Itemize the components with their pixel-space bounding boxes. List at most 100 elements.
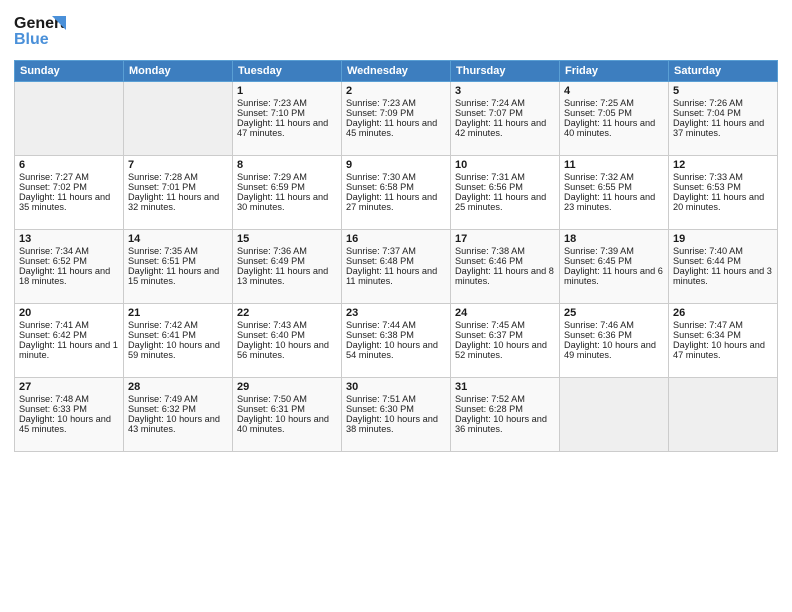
calendar-cell: 21Sunrise: 7:42 AMSunset: 6:41 PMDayligh… — [124, 304, 233, 378]
sunrise-label: Sunrise: 7:40 AM — [673, 246, 743, 256]
day-number: 5 — [673, 85, 773, 97]
calendar-cell: 3Sunrise: 7:24 AMSunset: 7:07 PMDaylight… — [451, 82, 560, 156]
col-header-saturday: Saturday — [669, 61, 778, 82]
sunrise-label: Sunrise: 7:48 AM — [19, 394, 89, 404]
sunset-label: Sunset: 6:44 PM — [673, 256, 741, 266]
sunrise-label: Sunrise: 7:36 AM — [237, 246, 307, 256]
sunrise-label: Sunrise: 7:46 AM — [564, 320, 634, 330]
sunset-label: Sunset: 6:48 PM — [346, 256, 414, 266]
calendar-cell: 13Sunrise: 7:34 AMSunset: 6:52 PMDayligh… — [15, 230, 124, 304]
daylight-label: Daylight: 10 hours and 52 minutes. — [455, 340, 547, 360]
calendar-cell: 20Sunrise: 7:41 AMSunset: 6:42 PMDayligh… — [15, 304, 124, 378]
sunrise-label: Sunrise: 7:24 AM — [455, 98, 525, 108]
calendar-cell: 30Sunrise: 7:51 AMSunset: 6:30 PMDayligh… — [342, 378, 451, 452]
daylight-label: Daylight: 11 hours and 47 minutes. — [237, 118, 328, 138]
day-number: 11 — [564, 159, 664, 171]
day-number: 2 — [346, 85, 446, 97]
sunrise-label: Sunrise: 7:28 AM — [128, 172, 198, 182]
sunset-label: Sunset: 6:56 PM — [455, 182, 523, 192]
daylight-label: Daylight: 11 hours and 11 minutes. — [346, 266, 437, 286]
day-number: 7 — [128, 159, 228, 171]
sunrise-label: Sunrise: 7:27 AM — [19, 172, 89, 182]
sunset-label: Sunset: 7:10 PM — [237, 108, 305, 118]
sunset-label: Sunset: 6:38 PM — [346, 330, 414, 340]
col-header-friday: Friday — [560, 61, 669, 82]
calendar-cell: 6Sunrise: 7:27 AMSunset: 7:02 PMDaylight… — [15, 156, 124, 230]
sunset-label: Sunset: 6:42 PM — [19, 330, 87, 340]
col-header-sunday: Sunday — [15, 61, 124, 82]
calendar-cell — [669, 378, 778, 452]
daylight-label: Daylight: 10 hours and 40 minutes. — [237, 414, 329, 434]
sunrise-label: Sunrise: 7:32 AM — [564, 172, 634, 182]
sunrise-label: Sunrise: 7:41 AM — [19, 320, 89, 330]
calendar-cell — [560, 378, 669, 452]
calendar-cell — [15, 82, 124, 156]
sunrise-label: Sunrise: 7:49 AM — [128, 394, 198, 404]
sunset-label: Sunset: 7:09 PM — [346, 108, 414, 118]
day-number: 14 — [128, 233, 228, 245]
calendar-cell: 18Sunrise: 7:39 AMSunset: 6:45 PMDayligh… — [560, 230, 669, 304]
daylight-label: Daylight: 11 hours and 40 minutes. — [564, 118, 655, 138]
day-number: 22 — [237, 307, 337, 319]
day-number: 12 — [673, 159, 773, 171]
header: General Blue — [14, 10, 778, 54]
calendar-cell: 2Sunrise: 7:23 AMSunset: 7:09 PMDaylight… — [342, 82, 451, 156]
daylight-label: Daylight: 11 hours and 8 minutes. — [455, 266, 554, 286]
daylight-label: Daylight: 11 hours and 37 minutes. — [673, 118, 764, 138]
day-number: 30 — [346, 381, 446, 393]
day-number: 8 — [237, 159, 337, 171]
daylight-label: Daylight: 11 hours and 23 minutes. — [564, 192, 655, 212]
sunset-label: Sunset: 6:34 PM — [673, 330, 741, 340]
sunset-label: Sunset: 6:59 PM — [237, 182, 305, 192]
sunset-label: Sunset: 6:41 PM — [128, 330, 196, 340]
daylight-label: Daylight: 11 hours and 18 minutes. — [19, 266, 110, 286]
col-header-wednesday: Wednesday — [342, 61, 451, 82]
day-number: 17 — [455, 233, 555, 245]
day-number: 15 — [237, 233, 337, 245]
sunset-label: Sunset: 7:01 PM — [128, 182, 196, 192]
sunset-label: Sunset: 6:31 PM — [237, 404, 305, 414]
sunset-label: Sunset: 6:30 PM — [346, 404, 414, 414]
sunrise-label: Sunrise: 7:30 AM — [346, 172, 416, 182]
sunrise-label: Sunrise: 7:50 AM — [237, 394, 307, 404]
daylight-label: Daylight: 11 hours and 15 minutes. — [128, 266, 219, 286]
sunrise-label: Sunrise: 7:35 AM — [128, 246, 198, 256]
sunrise-label: Sunrise: 7:25 AM — [564, 98, 634, 108]
calendar-cell: 12Sunrise: 7:33 AMSunset: 6:53 PMDayligh… — [669, 156, 778, 230]
calendar-cell: 8Sunrise: 7:29 AMSunset: 6:59 PMDaylight… — [233, 156, 342, 230]
daylight-label: Daylight: 11 hours and 42 minutes. — [455, 118, 546, 138]
daylight-label: Daylight: 11 hours and 1 minute. — [19, 340, 118, 360]
calendar-cell: 25Sunrise: 7:46 AMSunset: 6:36 PMDayligh… — [560, 304, 669, 378]
calendar-table: SundayMondayTuesdayWednesdayThursdayFrid… — [14, 60, 778, 452]
daylight-label: Daylight: 11 hours and 3 minutes. — [673, 266, 772, 286]
calendar-cell: 26Sunrise: 7:47 AMSunset: 6:34 PMDayligh… — [669, 304, 778, 378]
daylight-label: Daylight: 10 hours and 38 minutes. — [346, 414, 438, 434]
daylight-label: Daylight: 10 hours and 56 minutes. — [237, 340, 329, 360]
calendar-cell: 31Sunrise: 7:52 AMSunset: 6:28 PMDayligh… — [451, 378, 560, 452]
sunset-label: Sunset: 6:55 PM — [564, 182, 632, 192]
day-number: 27 — [19, 381, 119, 393]
calendar-cell: 17Sunrise: 7:38 AMSunset: 6:46 PMDayligh… — [451, 230, 560, 304]
day-number: 29 — [237, 381, 337, 393]
day-number: 9 — [346, 159, 446, 171]
daylight-label: Daylight: 11 hours and 32 minutes. — [128, 192, 219, 212]
daylight-label: Daylight: 10 hours and 49 minutes. — [564, 340, 656, 360]
sunrise-label: Sunrise: 7:39 AM — [564, 246, 634, 256]
sunrise-label: Sunrise: 7:44 AM — [346, 320, 416, 330]
calendar-cell: 29Sunrise: 7:50 AMSunset: 6:31 PMDayligh… — [233, 378, 342, 452]
col-header-monday: Monday — [124, 61, 233, 82]
svg-text:Blue: Blue — [14, 31, 49, 48]
day-number: 19 — [673, 233, 773, 245]
sunrise-label: Sunrise: 7:23 AM — [237, 98, 307, 108]
calendar-cell: 16Sunrise: 7:37 AMSunset: 6:48 PMDayligh… — [342, 230, 451, 304]
sunset-label: Sunset: 7:05 PM — [564, 108, 632, 118]
sunrise-label: Sunrise: 7:43 AM — [237, 320, 307, 330]
sunset-label: Sunset: 6:37 PM — [455, 330, 523, 340]
calendar-cell: 10Sunrise: 7:31 AMSunset: 6:56 PMDayligh… — [451, 156, 560, 230]
calendar-cell: 27Sunrise: 7:48 AMSunset: 6:33 PMDayligh… — [15, 378, 124, 452]
calendar-cell: 28Sunrise: 7:49 AMSunset: 6:32 PMDayligh… — [124, 378, 233, 452]
daylight-label: Daylight: 11 hours and 27 minutes. — [346, 192, 437, 212]
sunrise-label: Sunrise: 7:45 AM — [455, 320, 525, 330]
calendar-cell: 4Sunrise: 7:25 AMSunset: 7:05 PMDaylight… — [560, 82, 669, 156]
logo: General Blue — [14, 10, 66, 54]
